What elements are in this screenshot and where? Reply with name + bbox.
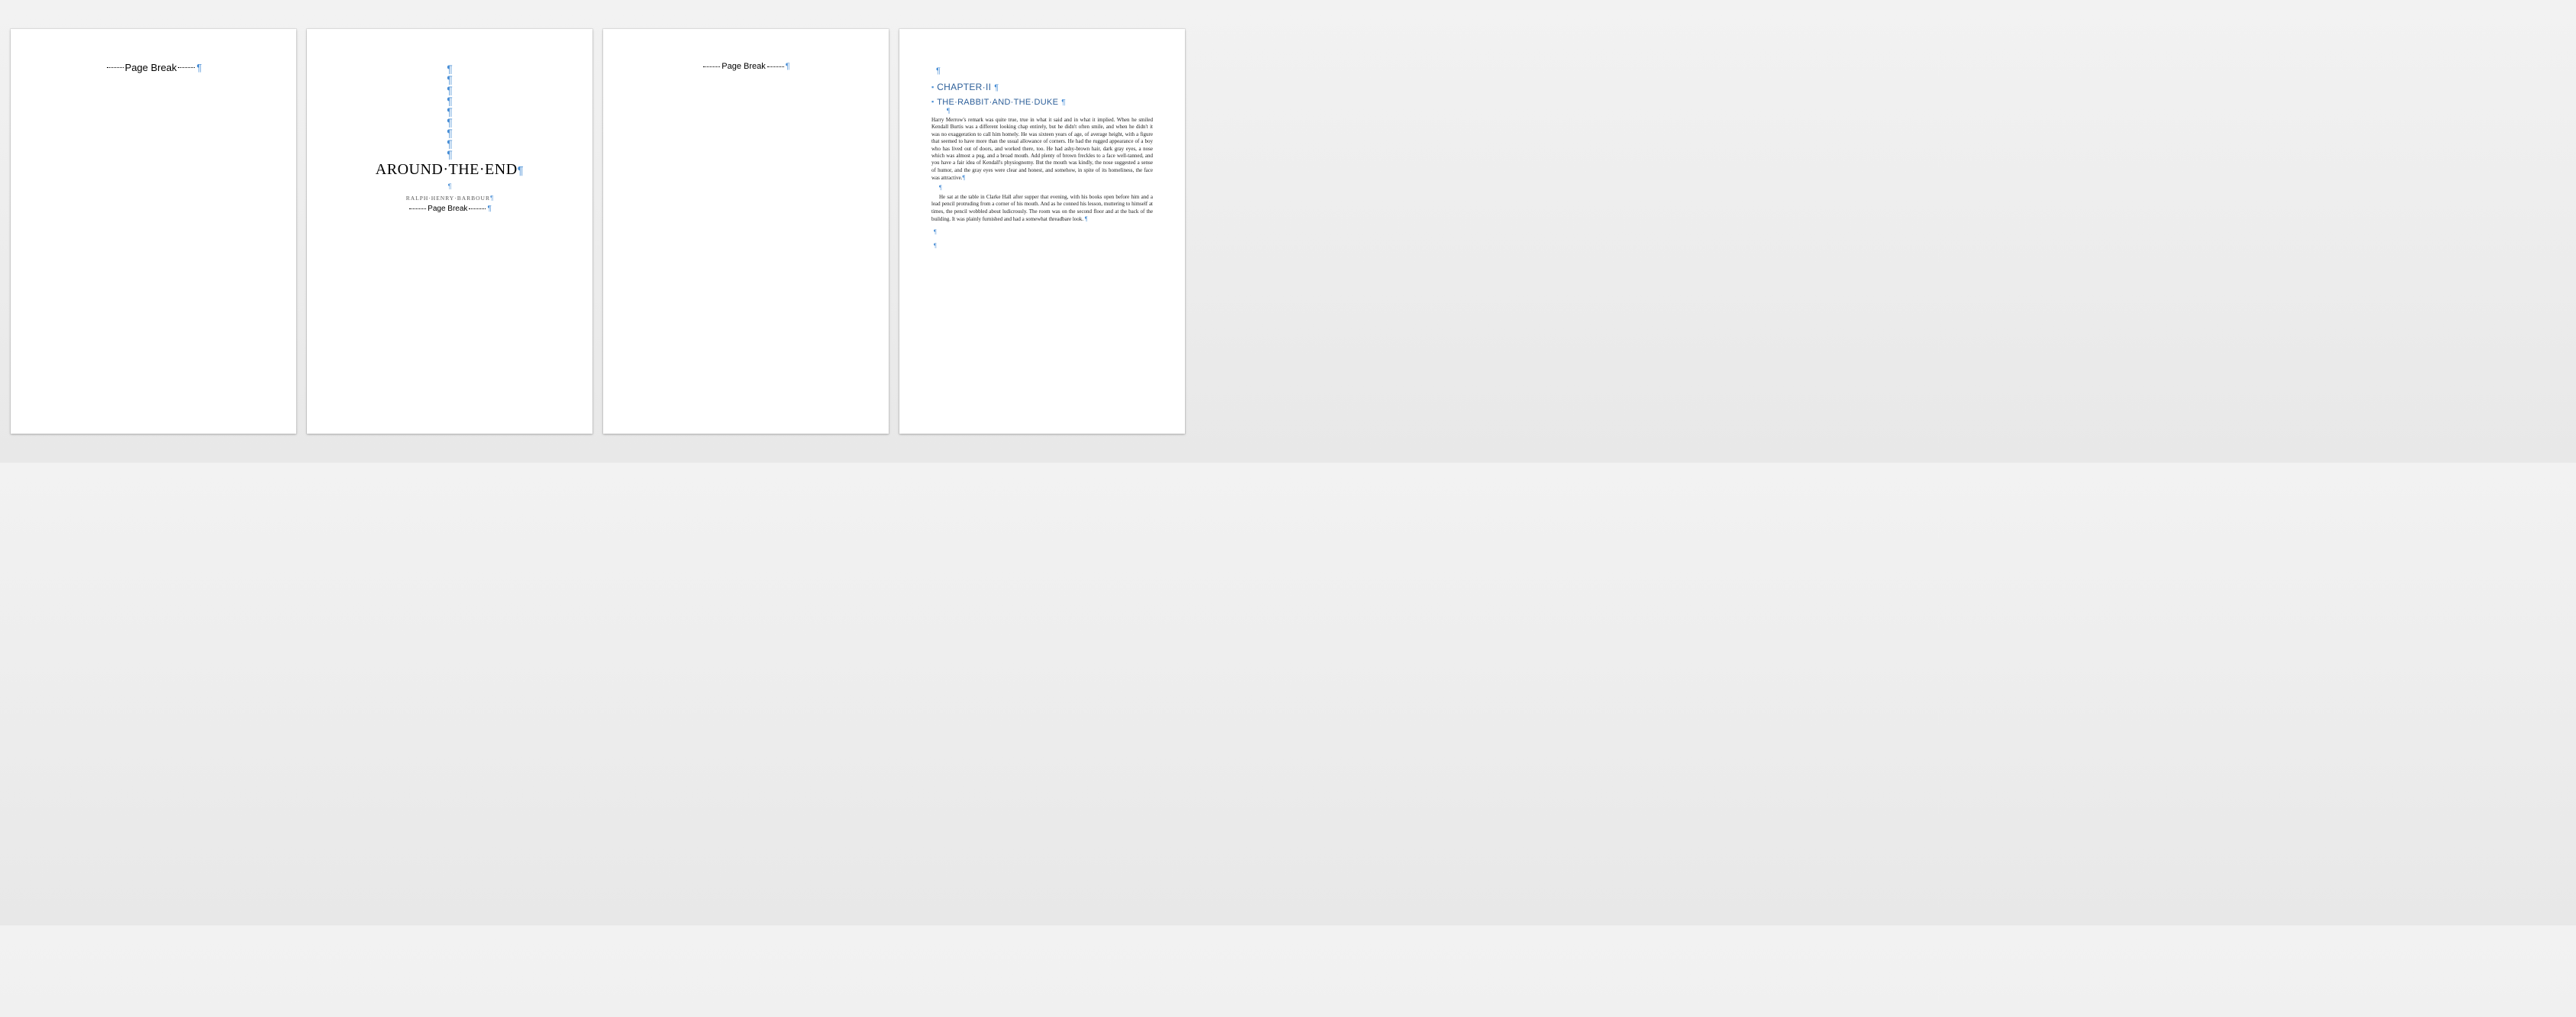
page-break-marker: Page Break ¶ (345, 205, 554, 213)
subheading: ▪ THE·RABBIT·AND·THE·DUKE¶ (931, 98, 1153, 107)
document-page-3[interactable]: Page Break ¶ (603, 29, 889, 434)
chapter-label: CHAPTER·II (937, 82, 991, 92)
pilcrow-icon: ¶ (786, 63, 790, 71)
pilcrow-icon: ¶ (345, 149, 554, 160)
pilcrow-icon: ¶ (345, 138, 554, 149)
book-title: AROUND·THE·END¶ (345, 161, 554, 179)
pilcrow-icon: ¶ (487, 205, 491, 213)
pilcrow-icon: ¶ (936, 66, 941, 76)
pilcrow-icon: ¶ (518, 164, 525, 177)
document-page-2[interactable]: ¶ ¶ ¶ ¶ ¶ ¶ ¶ ¶ ¶ AROUND·THE·END¶ ¶ RALP… (307, 29, 592, 434)
pilcrow-icon: ¶ (490, 195, 493, 202)
trailing-pilcrows: ¶ ¶ (934, 224, 1153, 250)
para2-text: He sat at the table in Clarke Hall after… (931, 194, 1153, 222)
page-break-label: Page Break (125, 62, 177, 73)
pilcrow-icon: ¶ (994, 84, 999, 92)
pilcrow-icon: ¶ (196, 63, 202, 73)
author-text: RALPH·HENRY·BARBOUR (406, 195, 490, 202)
page-break-line-right (767, 66, 784, 67)
page-break-line-left (409, 208, 426, 209)
page-break-label: Page Break (428, 205, 467, 213)
subheading-text: THE·RABBIT·AND·THE·DUKE (937, 98, 1058, 107)
body-paragraph-1: Harry Merrow's remark was quite true, tr… (931, 117, 1153, 182)
top-pilcrow: ¶ (936, 63, 1153, 77)
pilcrow-icon: ¶ (345, 128, 554, 138)
pilcrow-icon: ¶ (947, 107, 950, 115)
document-page-4[interactable]: ¶ ▪ CHAPTER·II¶ ▪ THE·RABBIT·AND·THE·DUK… (899, 29, 1185, 434)
para1-text: Harry Merrow's remark was quite true, tr… (931, 117, 1153, 182)
pilcrow-icon: ¶ (934, 242, 937, 249)
pilcrow-icon: ¶ (939, 184, 942, 191)
pilcrow-icon: ¶ (345, 74, 554, 85)
empty-paragraphs: ¶ ¶ ¶ ¶ ¶ ¶ ¶ ¶ ¶ (345, 63, 554, 160)
title-sub-pilcrow: ¶ (345, 179, 554, 192)
title-text: AROUND·THE·END (376, 161, 518, 178)
page-break-line-right (178, 67, 195, 68)
pilcrow-icon: ¶ (345, 85, 554, 95)
page-break-marker: Page Break ¶ (641, 62, 851, 71)
page-break-line-left (703, 66, 720, 67)
mid-pilcrow: ¶ (939, 184, 1153, 192)
pilcrow-icon: ¶ (345, 95, 554, 106)
page-break-line-left (107, 67, 124, 68)
pilcrow-icon: ¶ (345, 117, 554, 128)
page-break-line-right (469, 208, 486, 209)
pilcrow-icon: ¶ (1085, 215, 1088, 222)
page-break-marker: Page Break ¶ (49, 62, 258, 73)
sub-pilcrow: ¶ (947, 107, 1153, 115)
pilcrow-icon: ¶ (345, 63, 554, 74)
pilcrow-icon: ¶ (962, 174, 965, 181)
pilcrow-icon: ¶ (448, 182, 452, 190)
author-name: RALPH·HENRY·BARBOUR¶ (345, 195, 554, 202)
page-break-label: Page Break (721, 62, 765, 71)
body-paragraph-2: He sat at the table in Clarke Hall after… (931, 194, 1153, 224)
pilcrow-icon: ¶ (934, 228, 937, 235)
document-page-1[interactable]: Page Break ¶ (11, 29, 296, 434)
pilcrow-icon: ¶ (1061, 99, 1065, 107)
bullet-icon: ▪ (931, 84, 934, 91)
pilcrow-icon: ¶ (345, 106, 554, 117)
bullet-icon: ▪ (931, 98, 934, 105)
chapter-heading: ▪ CHAPTER·II¶ (931, 82, 1153, 92)
